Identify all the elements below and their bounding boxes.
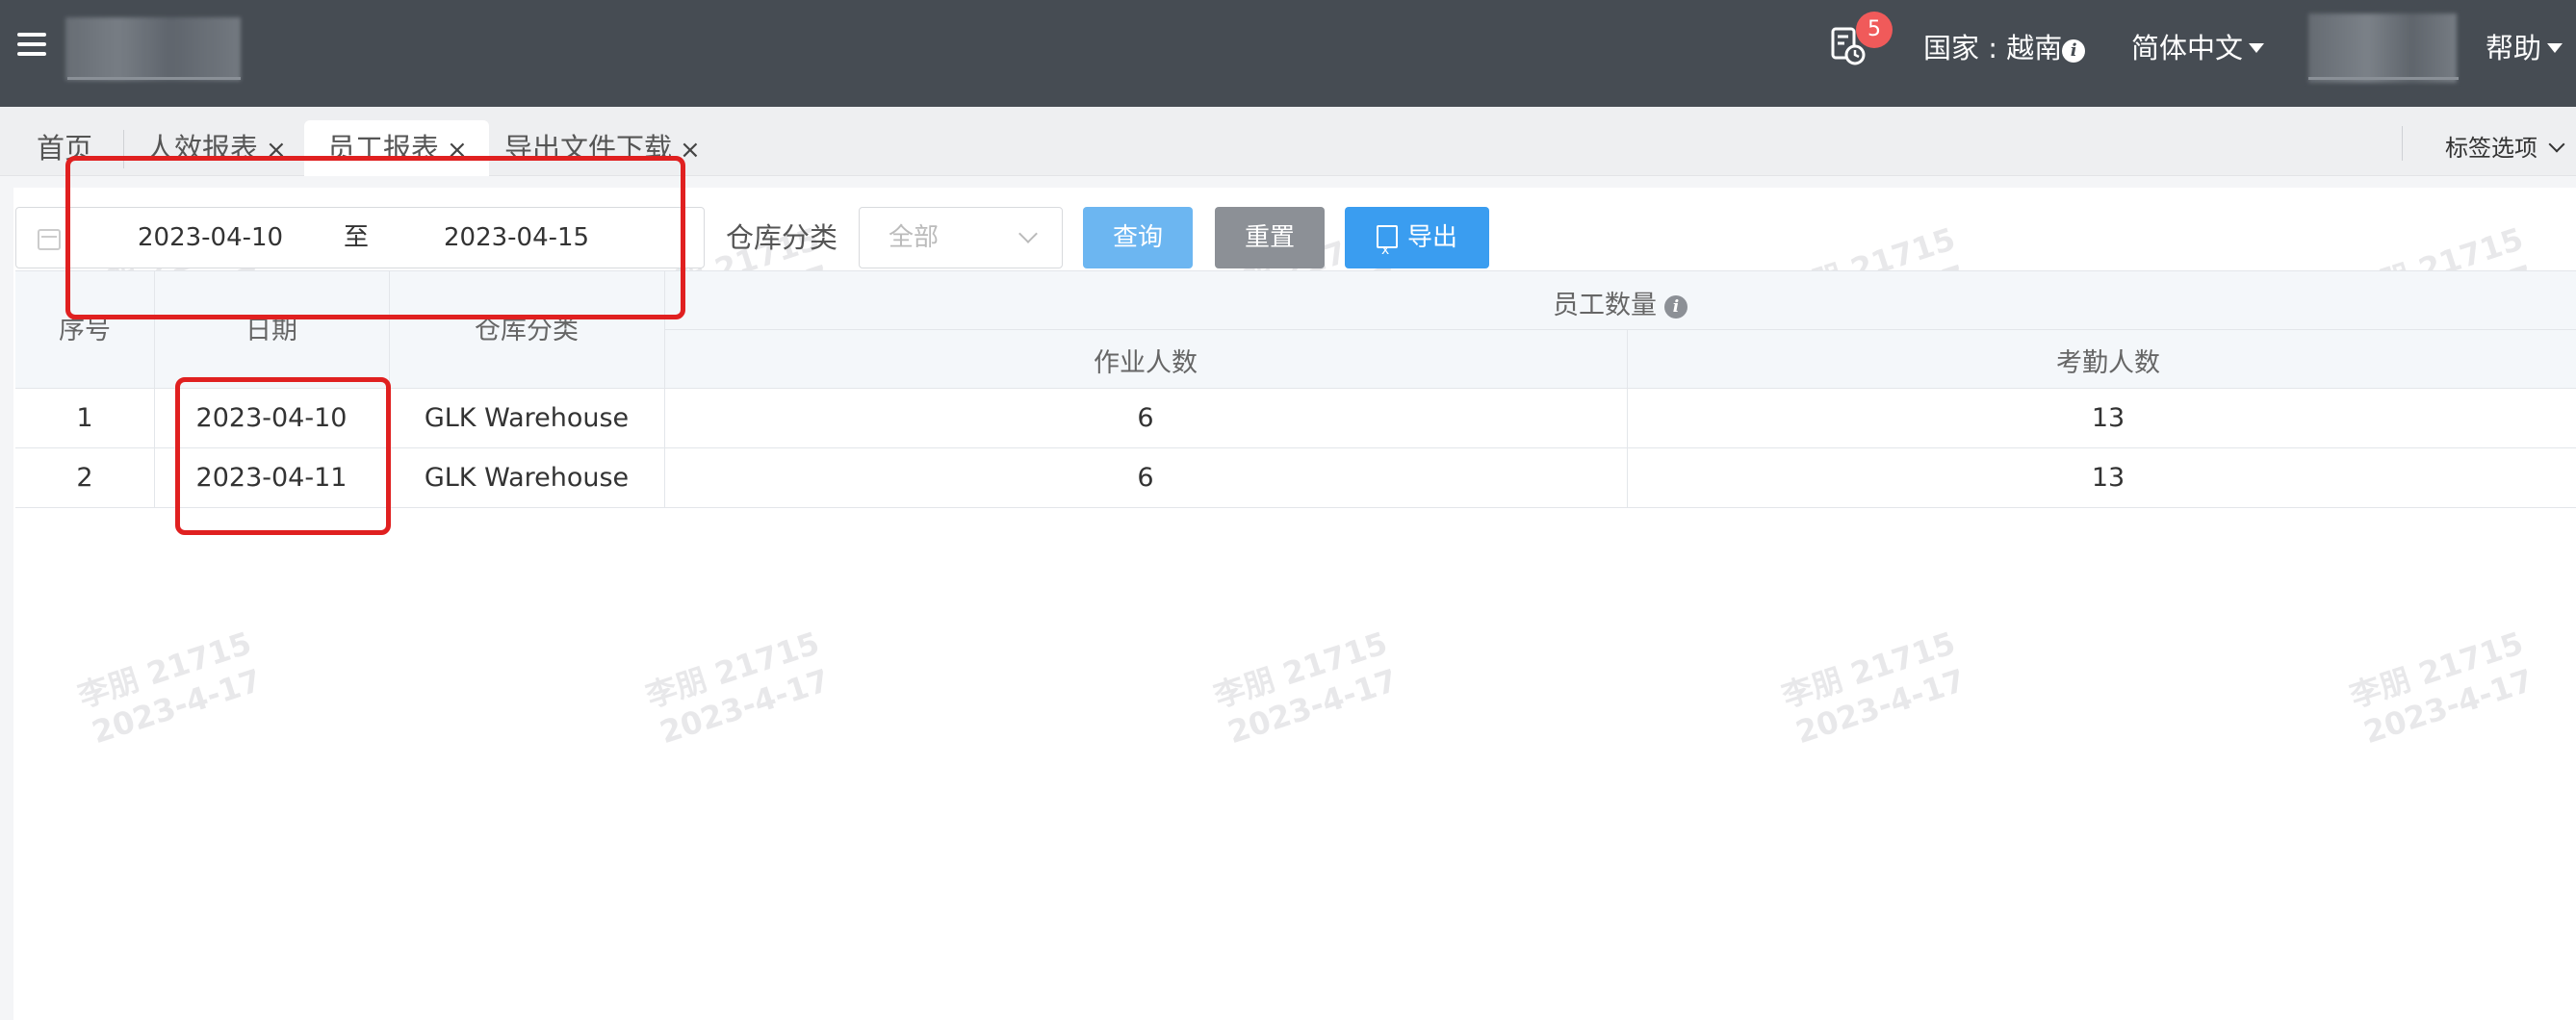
tab-options-dropdown[interactable]: 标签选项 <box>2445 124 2565 172</box>
cell-date: 2023-04-11 <box>195 463 348 493</box>
cell-work-count: 6 <box>1137 463 1154 493</box>
watermark: 李朋 217152023-4-17 <box>1209 625 1403 752</box>
cell-attendance-count: 13 <box>2091 403 2125 433</box>
tab-divider <box>123 130 124 168</box>
export-button-label: 导出 <box>1406 223 1457 252</box>
watermark: 李朋 217152023-4-17 <box>1777 625 1971 752</box>
tab-label: 员工报表 <box>327 132 440 165</box>
tab-efficiency-report[interactable]: 人效报表 × <box>146 120 287 176</box>
watermark: 李朋 217152023-4-17 <box>2345 625 2538 752</box>
cell-attendance-count: 13 <box>2091 463 2125 493</box>
notification-badge: 5 <box>1856 12 1893 48</box>
user-underline <box>2308 77 2459 80</box>
top-header: 5 国家 : 越南 i 简体中文 帮助 <box>0 0 2576 107</box>
date-range-separator: 至 <box>344 223 370 252</box>
language-label: 简体中文 <box>2131 32 2244 64</box>
logo-underline <box>67 77 241 80</box>
column-header-index[interactable]: 序号 <box>15 309 154 346</box>
cell-warehouse: GLK Warehouse <box>424 463 630 493</box>
table-border <box>15 270 2576 271</box>
warehouse-select-value: 全部 <box>889 223 940 252</box>
main-content: 李朋 217152023-4-17 李朋 217152023-4-17 李朋 2… <box>13 188 2576 1020</box>
tab-options-label: 标签选项 <box>2445 135 2537 162</box>
query-button[interactable]: 查询 <box>1083 207 1193 268</box>
caret-down-icon <box>2249 43 2265 53</box>
country-selector[interactable]: 国家 : 越南 i <box>1923 29 2086 67</box>
table-border <box>15 388 2576 389</box>
excel-icon <box>1376 219 1398 281</box>
chevron-down-icon <box>1018 224 1038 243</box>
tab-home[interactable]: 首页 <box>37 120 92 176</box>
cell-work-count: 6 <box>1137 403 1154 433</box>
info-icon[interactable]: i <box>1664 295 1687 319</box>
tab-label: 人效报表 <box>146 132 259 165</box>
cell-date: 2023-04-10 <box>195 403 348 433</box>
tab-label: 首页 <box>37 132 93 165</box>
tab-label: 导出文件下载 <box>504 132 673 165</box>
info-icon[interactable]: i <box>2062 39 2086 63</box>
column-group-staff-count: 员工数量 i <box>664 284 2576 321</box>
export-button[interactable]: 导出 <box>1345 207 1489 281</box>
tab-export-download[interactable]: 导出文件下载 × <box>504 120 701 176</box>
chevron-down-icon <box>2548 136 2565 153</box>
tab-options-divider <box>2402 126 2403 161</box>
language-selector[interactable]: 简体中文 <box>2131 29 2265 67</box>
column-header-warehouse[interactable]: 仓库分类 <box>389 309 664 346</box>
column-header-date[interactable]: 日期 <box>154 309 389 346</box>
avatar[interactable] <box>2308 13 2457 83</box>
tab-bar: 首页 人效报表 × 员工报表 × 导出文件下载 × 标签选项 <box>0 107 2576 176</box>
close-icon[interactable]: × <box>266 136 287 165</box>
calendar-icon <box>38 229 61 250</box>
close-icon[interactable]: × <box>680 136 701 165</box>
column-header-work-count[interactable]: 作业人数 <box>664 342 1627 379</box>
table-border <box>15 447 2576 448</box>
cell-index: 1 <box>76 403 93 433</box>
watermark: 李朋 217152023-4-17 <box>641 625 835 752</box>
cell-warehouse: GLK Warehouse <box>424 403 630 433</box>
date-range-picker[interactable]: 2023-04-10 至 2023-04-15 <box>15 207 705 268</box>
date-end-input[interactable]: 2023-04-15 <box>444 208 589 268</box>
tab-staff-report[interactable]: 员工报表 × <box>304 120 489 176</box>
close-icon[interactable]: × <box>447 136 468 165</box>
help-label: 帮助 <box>2486 32 2542 64</box>
reset-button[interactable]: 重置 <box>1215 207 1325 268</box>
help-menu[interactable]: 帮助 <box>2486 29 2563 67</box>
caret-down-icon <box>2547 43 2563 53</box>
date-start-input[interactable]: 2023-04-10 <box>138 208 283 268</box>
column-group-label: 员工数量 <box>1553 291 1657 320</box>
table-border <box>15 507 2576 508</box>
column-header-attendance-count[interactable]: 考勤人数 <box>1627 342 2576 379</box>
logo <box>65 17 241 81</box>
cell-index: 2 <box>76 463 93 493</box>
menu-toggle-icon[interactable] <box>17 33 46 56</box>
warehouse-filter-label: 仓库分类 <box>726 221 838 254</box>
table-border <box>664 329 2576 330</box>
watermark: 李朋 217152023-4-17 <box>73 625 267 752</box>
country-label: 国家 : 越南 <box>1923 32 2063 64</box>
warehouse-select[interactable]: 全部 <box>859 207 1063 268</box>
